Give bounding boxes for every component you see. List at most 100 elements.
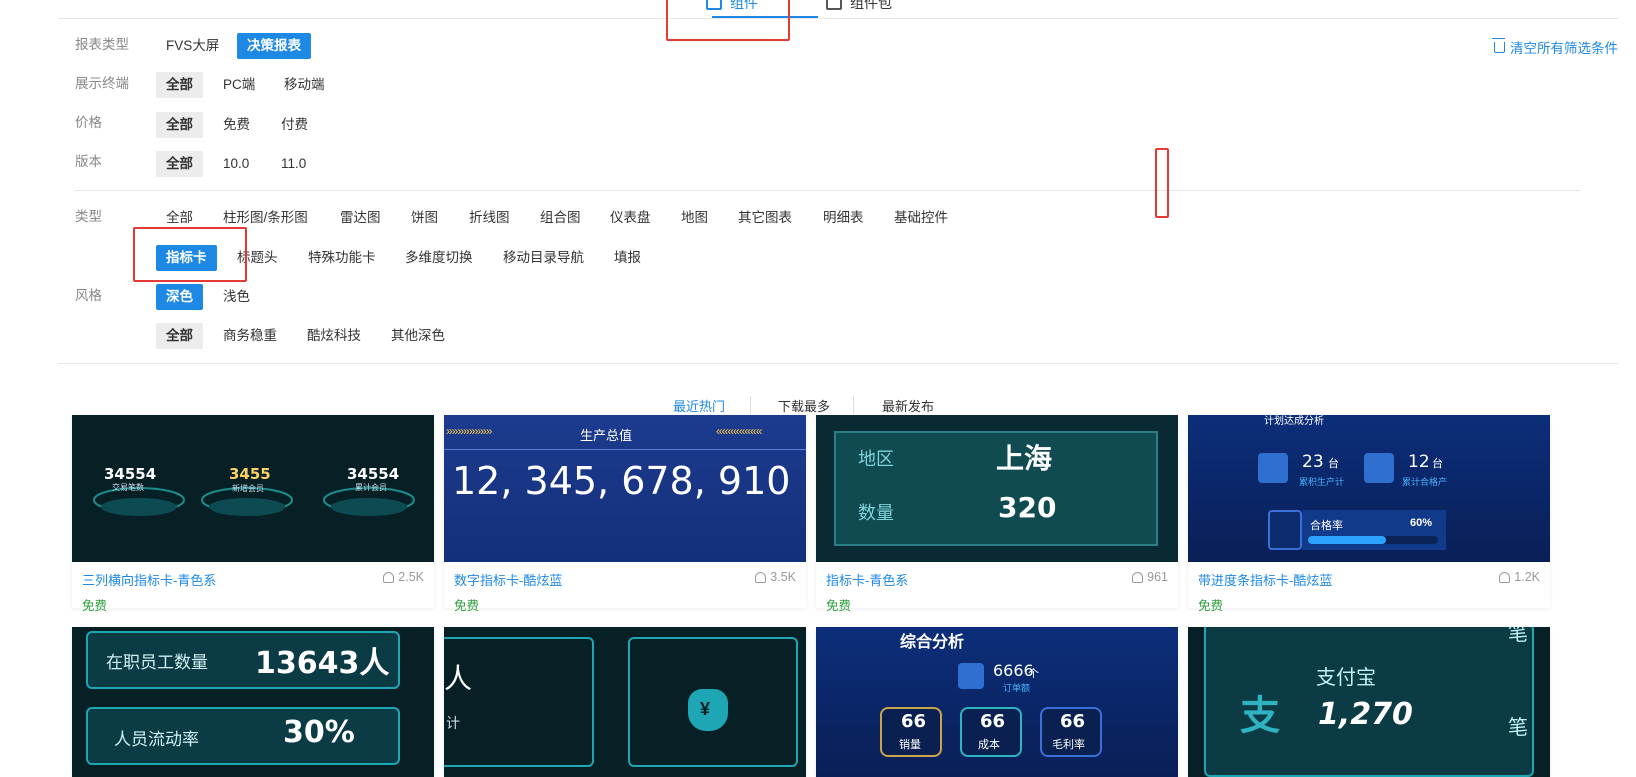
channel-value: 1,270 [1318,697,1413,732]
template-card[interactable]: »»»»»»»» 生产总值 «««««««« 12, 345, 678, 910… [444,415,806,613]
option-style-dark[interactable]: 深色 [156,284,203,310]
template-card[interactable]: 计划达成分析 23 台 累积生产计 12 台 累计合格产 合格率 60% 带进度… [1188,415,1550,613]
employee-label: 在职员工数量 [106,653,208,672]
sort-hot[interactable]: 最近热门 [673,396,725,415]
badge-label-3: 毛利率 [1052,739,1085,751]
option-price-all[interactable]: 全部 [156,112,203,138]
option-type-bar[interactable]: 柱形图/条形图 [213,205,318,231]
option-type-title-head[interactable]: 标题头 [227,245,288,271]
kpi-value-3: 34554 [347,465,400,483]
option-version-11[interactable]: 11.0 [271,151,316,177]
clear-filters-button[interactable]: 清空所有筛选条件 [1492,37,1618,57]
edge-char-2: 笔 [1508,717,1528,739]
left-char: 人 [444,662,473,695]
left-char-2: 计 [446,715,460,731]
option-terminal-all[interactable]: 全部 [156,72,203,98]
option-type-mobile-nav[interactable]: 移动目录导航 [493,245,594,271]
template-card[interactable]: 地区 上海 数量 320 指标卡-青色系 961 免费 [816,415,1178,613]
option-type-gauge[interactable]: 仪表盘 [600,205,661,231]
active-tab-indicator [712,16,818,18]
kpi-value-2: 12 [1408,452,1430,472]
option-decision-report[interactable]: 决策报表 [237,33,311,59]
card-title[interactable]: 三列横向指标卡-青色系 [82,570,216,589]
template-card[interactable]: 综合分析 6666 个 订单额 66 销量 66 成本 66 毛利率 [816,627,1178,777]
download-count: 1.2K [1499,570,1540,584]
option-price-free[interactable]: 免费 [213,112,260,138]
big-number: 12, 345, 678, 910 [452,459,791,503]
kpi-unit-1: 台 [1328,458,1339,470]
sort-newest[interactable]: 最新发布 [882,396,934,415]
template-card[interactable]: 支付宝 1,270 支 笔 笔 [1188,627,1550,777]
option-substyle-other[interactable]: 其他深色 [381,323,455,349]
download-count: 2.5K [383,570,424,584]
region-label: 地区 [858,449,894,469]
option-type-other[interactable]: 其它图表 [728,205,802,231]
kpi-value-1: 34554 [104,465,157,483]
option-type-all[interactable]: 全部 [156,205,203,231]
option-type-special[interactable]: 特殊功能卡 [298,245,386,271]
option-type-controls[interactable]: 基础控件 [884,205,958,231]
filter-label-version: 版本 [75,154,102,169]
sort-downloads[interactable]: 下载最多 [778,396,830,415]
medal-icon [1268,510,1302,550]
option-type-map[interactable]: 地图 [671,205,718,231]
preview-header: 生产总值 [580,428,633,443]
download-count: 961 [1132,570,1168,584]
user-icon [1132,571,1144,583]
download-count: 3.5K [755,570,796,584]
option-type-detail[interactable]: 明细表 [813,205,874,231]
option-substyle-business[interactable]: 商务稳重 [213,323,287,349]
divider [75,190,1580,191]
sort-divider [853,396,854,414]
card-preview: 34554 交易笔数 3455 新增会员 34554 累计会员 [72,415,434,562]
preview-header: 综合分析 [900,634,965,651]
badge-value-1: 66 [901,711,927,732]
user-icon [755,571,767,583]
document-icon [958,663,984,689]
option-substyle-tech[interactable]: 酷炫科技 [297,323,371,349]
option-type-line[interactable]: 折线图 [459,205,520,231]
user-icon [1499,571,1511,583]
card-title[interactable]: 数字指标卡-酷炫蓝 [454,570,562,589]
badge-value-3: 66 [1060,711,1086,732]
option-type-pie[interactable]: 饼图 [401,205,448,231]
option-type-fill[interactable]: 填报 [604,245,651,271]
kpi-value-1: 23 [1302,452,1324,472]
option-type-multidim[interactable]: 多维度切换 [395,245,483,271]
price-tag: 免费 [826,599,852,613]
option-terminal-pc[interactable]: PC端 [213,72,265,98]
channel-glyph: 支 [1240,694,1280,738]
badge-label-2: 成本 [978,739,1000,751]
highlight-box-scroll [1155,148,1169,218]
sort-divider [750,396,751,414]
card-title[interactable]: 带进度条指标卡-酷炫蓝 [1198,570,1332,589]
option-substyle-all[interactable]: 全部 [156,323,203,349]
progress-label: 合格率 [1310,520,1343,532]
template-card[interactable]: 在职员工数量 13643人 人员流动率 30% [72,627,434,777]
card-preview: 计划达成分析 23 台 累积生产计 12 台 累计合格产 合格率 60% [1188,415,1550,562]
order-unit: 个 [1028,668,1039,680]
trash-icon [1492,37,1505,53]
option-price-paid[interactable]: 付费 [271,112,318,138]
option-version-all[interactable]: 全部 [156,151,203,177]
option-type-kpi-card[interactable]: 指标卡 [156,245,217,271]
option-version-10[interactable]: 10.0 [213,151,259,177]
progress-track [1308,536,1438,544]
tab-component-packs[interactable]: 组件包 [826,0,892,14]
option-type-combo[interactable]: 组合图 [530,205,591,231]
channel-name: 支付宝 [1316,667,1376,689]
card-preview: 支付宝 1,270 支 笔 笔 [1188,627,1550,777]
option-type-radar[interactable]: 雷达图 [330,205,391,231]
template-card[interactable]: 人 计 ¥ [444,627,806,777]
option-style-light[interactable]: 浅色 [213,284,260,310]
filter-label-price: 价格 [75,115,102,130]
option-terminal-mobile[interactable]: 移动端 [274,72,335,98]
tab-components[interactable]: 组件 [706,0,758,14]
card-title[interactable]: 指标卡-青色系 [826,570,908,589]
template-card[interactable]: 34554 交易笔数 3455 新增会员 34554 累计会员 三列横向指标卡-… [72,415,434,613]
kpi-label-1: 交易笔数 [112,483,144,492]
card-preview: 人 计 ¥ [444,627,806,777]
kpi-label-2: 累计合格产 [1402,477,1448,487]
region-value: 上海 [996,442,1053,475]
option-fvs[interactable]: FVS大屏 [156,33,229,59]
